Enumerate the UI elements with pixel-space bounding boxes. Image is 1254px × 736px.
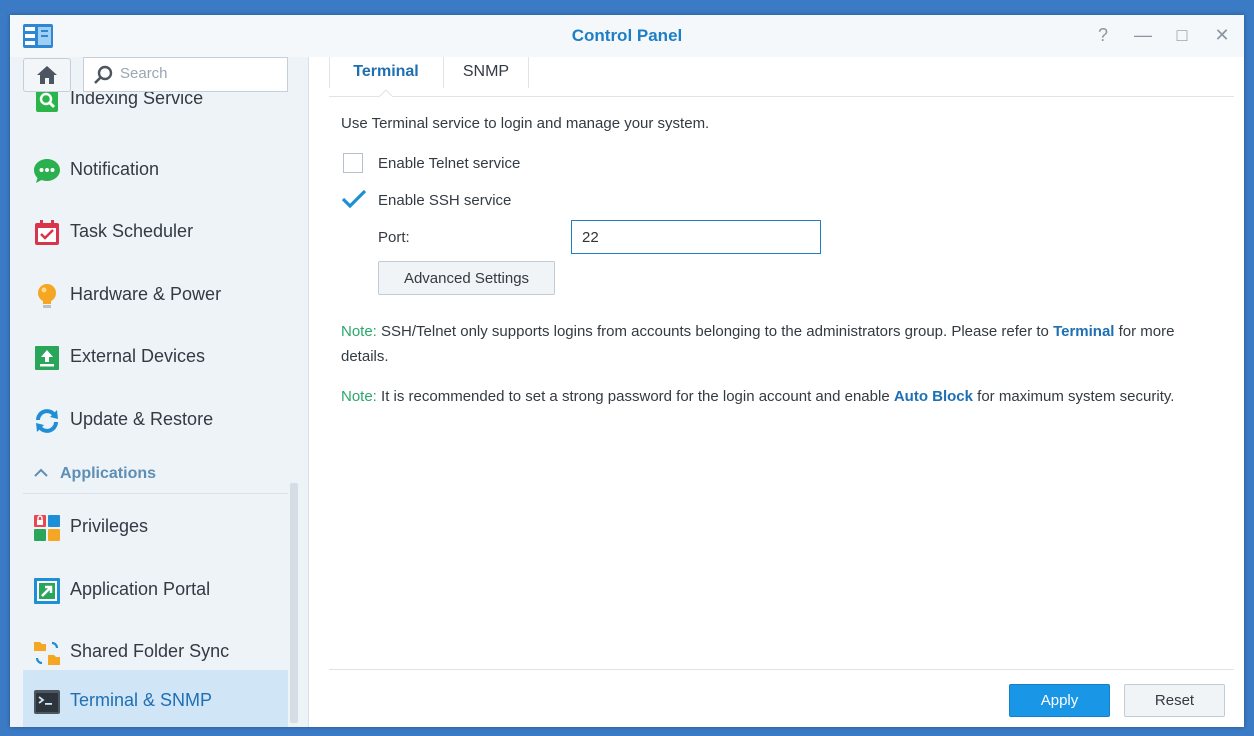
update-restore-icon — [36, 409, 58, 433]
sidebar-item-hardware-power[interactable]: Hardware & Power — [23, 270, 288, 322]
enable-telnet-checkbox[interactable] — [343, 153, 363, 173]
sidebar-item-label: Hardware & Power — [70, 284, 222, 304]
sidebar-item-privileges[interactable]: Privileges — [23, 502, 288, 554]
search-icon — [94, 65, 113, 84]
footer-divider — [329, 669, 1234, 670]
note-text: SSH/Telnet only supports logins from acc… — [376, 323, 1054, 340]
sidebar-item-update-restore[interactable]: Update & Restore — [23, 395, 288, 447]
advanced-settings-button[interactable]: Advanced Settings — [378, 261, 555, 295]
port-input[interactable] — [571, 220, 821, 254]
sidebar-item-label: Update & Restore — [70, 409, 214, 429]
note-password-security: Note: It is recommended to set a strong … — [341, 384, 1191, 409]
sidebar-item-label: Shared Folder Sync — [70, 641, 230, 661]
sidebar-item-task-scheduler[interactable]: Task Scheduler — [23, 207, 288, 259]
note-tag: Note: — [341, 388, 377, 405]
sidebar: Indexing Service Notification Task Sched… — [10, 57, 308, 727]
active-tab-indicator — [379, 89, 393, 97]
lightbulb-icon — [38, 284, 56, 308]
search-box — [83, 57, 288, 92]
title-bar: Control Panel ? — □ ✕ — [10, 15, 1244, 57]
sidebar-scrollbar[interactable] — [290, 483, 298, 723]
note-admin-group: Note: SSH/Telnet only supports logins fr… — [341, 319, 1191, 369]
section-divider — [23, 493, 288, 494]
sidebar-item-label: Privileges — [70, 516, 149, 536]
apply-button[interactable]: Apply — [1009, 684, 1110, 717]
control-panel-window: Control Panel ? — □ ✕ Indexing Ser — [10, 15, 1244, 727]
window-title: Control Panel — [571, 26, 683, 45]
help-button[interactable]: ? — [1093, 25, 1113, 45]
tab-separator — [329, 57, 330, 88]
privileges-icon — [34, 515, 60, 541]
section-label: Applications — [60, 465, 157, 482]
maximize-button[interactable]: □ — [1172, 25, 1192, 45]
enable-ssh-label: Enable SSH service — [378, 192, 512, 209]
help-icon: ? — [1097, 25, 1108, 45]
tab-label: SNMP — [462, 63, 510, 80]
tab-snmp[interactable]: SNMP — [444, 63, 528, 93]
note-tag: Note: — [341, 323, 377, 340]
note-text: for maximum system security. — [973, 388, 1175, 405]
auto-block-link[interactable]: Auto Block — [894, 388, 973, 405]
task-scheduler-icon — [35, 220, 59, 245]
checkmark-icon — [341, 189, 367, 209]
terminal-description: Use Terminal service to login and manage… — [341, 115, 710, 132]
search-input[interactable] — [120, 65, 280, 82]
external-devices-icon — [35, 346, 59, 370]
notification-icon — [34, 159, 60, 183]
tab-bar: Terminal SNMP — [329, 57, 1234, 97]
sidebar-item-external-devices[interactable]: External Devices — [23, 332, 288, 384]
sidebar-item-application-portal[interactable]: Application Portal — [23, 565, 288, 617]
sidebar-item-label: Notification — [70, 159, 160, 179]
home-icon — [37, 66, 57, 84]
main-content: Terminal SNMP Use Terminal service to lo… — [309, 57, 1244, 727]
terminal-icon — [34, 690, 60, 714]
chevron-up-icon — [34, 468, 48, 477]
maximize-icon: □ — [1176, 25, 1188, 45]
minimize-button[interactable]: — — [1133, 25, 1153, 45]
port-label: Port: — [378, 229, 410, 246]
terminal-help-link[interactable]: Terminal — [1053, 323, 1114, 340]
sidebar-item-label: Terminal & SNMP — [70, 690, 213, 710]
close-icon: ✕ — [1214, 25, 1230, 45]
tab-label: Terminal — [353, 63, 419, 80]
home-button[interactable] — [23, 58, 71, 92]
sidebar-item-terminal-snmp[interactable]: Terminal & SNMP — [23, 670, 288, 727]
close-button[interactable]: ✕ — [1212, 25, 1232, 45]
enable-telnet-label: Enable Telnet service — [378, 155, 521, 172]
shared-folder-sync-icon — [34, 641, 60, 665]
minimize-icon: — — [1134, 25, 1152, 45]
sidebar-item-label: Task Scheduler — [70, 221, 194, 241]
enable-ssh-checkbox[interactable] — [341, 189, 367, 210]
tab-separator — [528, 57, 529, 88]
application-portal-icon — [34, 578, 60, 604]
note-text: It is recommended to set a strong passwo… — [376, 388, 894, 405]
sidebar-item-label: External Devices — [70, 346, 206, 366]
reset-button[interactable]: Reset — [1124, 684, 1225, 717]
section-applications[interactable]: Applications — [23, 457, 288, 493]
sidebar-item-label: Application Portal — [70, 579, 211, 599]
sidebar-item-notification[interactable]: Notification — [23, 145, 288, 197]
